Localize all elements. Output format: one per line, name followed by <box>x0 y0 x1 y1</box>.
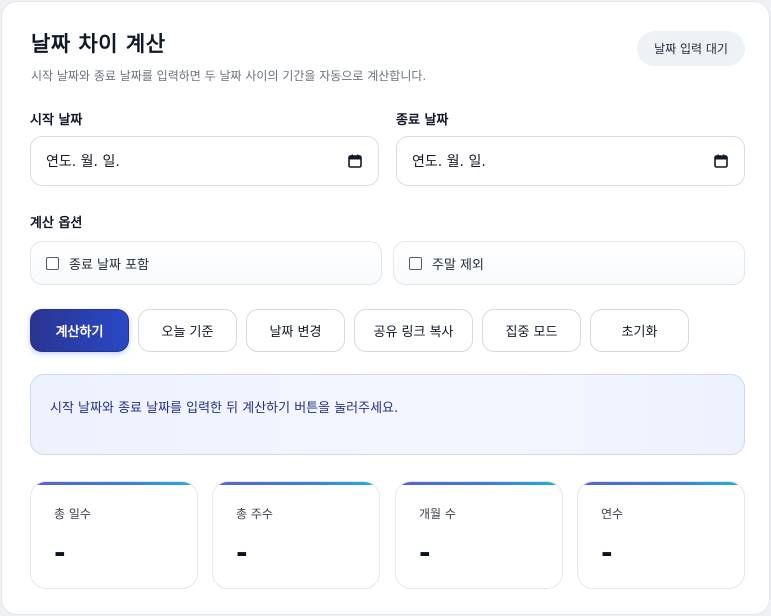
calendar-icon[interactable] <box>347 153 363 169</box>
calculate-button[interactable]: 계산하기 <box>30 309 129 352</box>
page-title: 날짜 차이 계산 <box>31 32 166 56</box>
exclude-weekends-option[interactable]: 주말 제외 <box>393 241 745 285</box>
copy-share-link-button[interactable]: 공유 링크 복사 <box>354 309 473 352</box>
reset-button[interactable]: 초기화 <box>590 309 689 352</box>
exclude-weekends-checkbox[interactable] <box>409 256 422 270</box>
stat-accent-bar <box>213 482 379 485</box>
page-subtitle: 시작 날짜와 종료 날짜를 입력하면 두 날짜 사이의 기간을 자동으로 계산합… <box>31 69 427 83</box>
info-message: 시작 날짜와 종료 날짜를 입력한 뒤 계산하기 버튼을 눌러주세요. <box>30 374 745 455</box>
exclude-weekends-label: 주말 제외 <box>432 257 484 273</box>
stat-card-years: 연수 - <box>577 481 745 589</box>
today-basis-button[interactable]: 오늘 기준 <box>138 309 237 352</box>
swap-dates-button[interactable]: 날짜 변경 <box>246 309 345 352</box>
include-end-option[interactable]: 종료 날짜 포함 <box>30 241 382 285</box>
stat-value: - <box>419 536 431 569</box>
stat-card-total-weeks: 총 주수 - <box>212 481 380 589</box>
calculator-card: 날짜 차이 계산 시작 날짜와 종료 날짜를 입력하면 두 날짜 사이의 기간을… <box>1 1 770 615</box>
stat-accent-bar <box>578 482 744 485</box>
stat-accent-bar <box>31 482 197 485</box>
include-end-label: 종료 날짜 포함 <box>69 257 150 273</box>
stat-label: 개월 수 <box>419 507 456 521</box>
stat-value: - <box>54 536 66 569</box>
start-date-label: 시작 날짜 <box>30 113 83 128</box>
end-date-label: 종료 날짜 <box>396 113 449 128</box>
stat-label: 총 주수 <box>236 507 273 521</box>
stat-label: 총 일수 <box>54 507 91 521</box>
stat-card-total-days: 총 일수 - <box>30 481 198 589</box>
stat-value: - <box>601 536 613 569</box>
start-date-value: 연도. 월. 일. <box>46 154 120 170</box>
stat-accent-bar <box>396 482 562 485</box>
end-date-value: 연도. 월. 일. <box>412 154 486 170</box>
end-date-input[interactable]: 연도. 월. 일. <box>396 136 745 186</box>
status-badge: 날짜 입력 대기 <box>637 31 745 66</box>
options-label: 계산 옵션 <box>30 216 83 231</box>
calendar-icon[interactable] <box>713 153 729 169</box>
focus-mode-button[interactable]: 집중 모드 <box>482 309 581 352</box>
stat-label: 연수 <box>601 507 624 521</box>
start-date-input[interactable]: 연도. 월. 일. <box>30 136 379 186</box>
stat-value: - <box>236 536 248 569</box>
include-end-checkbox[interactable] <box>46 256 59 270</box>
stat-card-months: 개월 수 - <box>395 481 563 589</box>
